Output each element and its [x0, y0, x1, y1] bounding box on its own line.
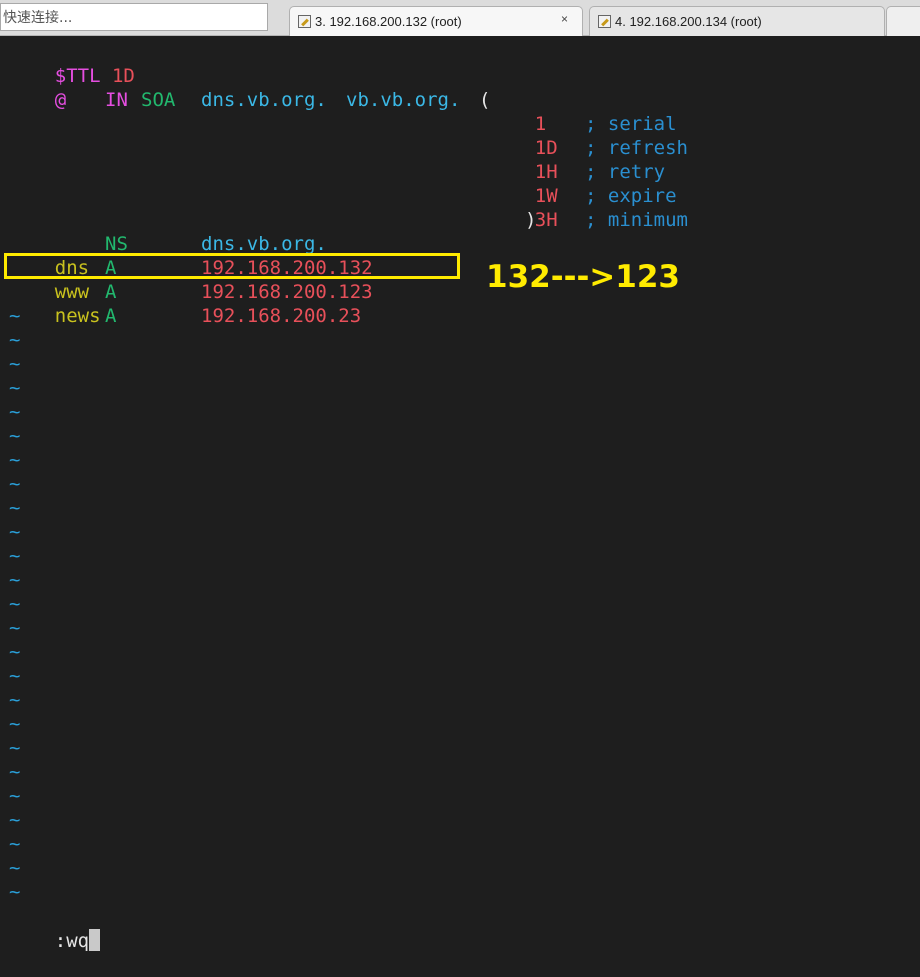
terminal-vim-editor[interactable]: $TTL 1D @ IN SOA dns.vb.org. vb.vb.org.( 1; …	[4, 36, 920, 952]
empty-line-tilde: ~	[9, 377, 21, 399]
tab-session-4[interactable]: 4. 192.168.200.134 (root)	[589, 6, 885, 36]
soa-field-retry: 1H; retry	[489, 136, 665, 183]
empty-line-tilde: ~	[9, 353, 21, 375]
text-cursor	[89, 929, 101, 951]
empty-line-tilde: ~	[9, 881, 21, 903]
empty-line-tilde: ~	[9, 665, 21, 687]
empty-line-tilde: ~	[9, 425, 21, 447]
empty-line-tilde: ~	[9, 569, 21, 591]
terminal-session-icon	[298, 15, 311, 28]
soa-comment: ; retry	[585, 161, 666, 183]
ttl-value: 1D	[111, 65, 135, 87]
record-ip: 192.168.200.123	[201, 281, 373, 303]
highlight-box	[4, 253, 460, 279]
soa-comment: ; refresh	[585, 137, 688, 159]
soa-comment: ; expire	[585, 185, 677, 207]
record-ip: 192.168.200.23	[201, 305, 362, 327]
soa-field-expire: 1W; expire	[489, 160, 677, 207]
soa-comment: ; minimum	[585, 209, 688, 231]
empty-line-tilde: ~	[9, 713, 21, 735]
close-paren: )	[525, 209, 537, 231]
a-record-news: news A 192.168.200.23	[9, 280, 361, 327]
terminal-session-icon	[598, 15, 611, 28]
tab-session-3[interactable]: 3. 192.168.200.132 (root) ×	[289, 6, 583, 36]
empty-line-tilde: ~	[9, 497, 21, 519]
empty-line-tilde: ~	[9, 641, 21, 663]
editor-line: $TTL 1D	[9, 40, 135, 87]
origin-symbol: @	[54, 89, 67, 111]
new-tab-button[interactable]	[886, 6, 920, 37]
soa-field-refresh: 1D; refresh	[489, 112, 688, 159]
soa-field-serial: 1; serial	[489, 88, 677, 135]
empty-line-tilde: ~	[9, 329, 21, 351]
empty-line-tilde: ~	[9, 521, 21, 543]
toolbar: 快速连接... 3. 192.168.200.132 (root) × 4. 1…	[0, 0, 920, 37]
tab-label: 4. 192.168.200.134 (root)	[615, 14, 762, 29]
empty-line-tilde: ~	[9, 761, 21, 783]
tab-label: 3. 192.168.200.132 (root)	[315, 14, 462, 29]
empty-line-tilde: ~	[9, 785, 21, 807]
empty-line-tilde: ~	[9, 305, 21, 327]
class-keyword: IN	[105, 89, 128, 111]
empty-line-tilde: ~	[9, 809, 21, 831]
annotation-text: 132--->123	[486, 259, 680, 295]
close-icon[interactable]: ×	[561, 12, 568, 26]
empty-line-tilde: ~	[9, 689, 21, 711]
soa-field-minimum: 3H) ; minimum	[489, 184, 688, 231]
empty-line-tilde: ~	[9, 737, 21, 759]
empty-line-tilde: ~	[9, 401, 21, 423]
editor-line: @ IN SOA dns.vb.org. vb.vb.org.(	[9, 64, 491, 111]
soa-value: 3H	[534, 209, 558, 231]
primary-ns: dns.vb.org.	[201, 89, 327, 111]
soa-comment: ; serial	[585, 113, 677, 135]
quick-connect-input[interactable]: 快速连接...	[0, 3, 268, 31]
record-type: A	[105, 305, 117, 327]
vim-command-line[interactable]: :wq	[9, 905, 101, 952]
empty-line-tilde: ~	[9, 593, 21, 615]
admin-mail: vb.vb.org.	[346, 89, 461, 111]
ns-record: NS dns.vb.org.	[9, 208, 327, 255]
record-name: news	[54, 305, 101, 327]
empty-line-tilde: ~	[9, 833, 21, 855]
empty-line-tilde: ~	[9, 545, 21, 567]
record-type: A	[105, 281, 117, 303]
soa-keyword: SOA	[141, 89, 176, 111]
empty-line-tilde: ~	[9, 857, 21, 879]
empty-line-tilde: ~	[9, 473, 21, 495]
command-text: :wq	[54, 930, 90, 952]
empty-line-tilde: ~	[9, 449, 21, 471]
empty-line-tilde: ~	[9, 617, 21, 639]
